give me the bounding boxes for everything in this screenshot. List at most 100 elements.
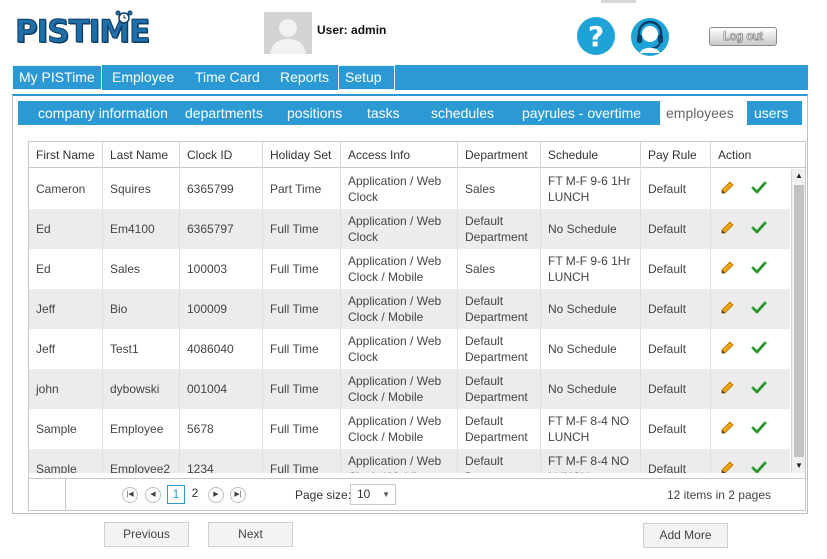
tab-employees[interactable]: employees xyxy=(660,101,747,125)
prev-page-icon[interactable]: ◀ xyxy=(145,487,161,503)
nav-employee[interactable]: Employee xyxy=(106,65,180,90)
edit-pencil-icon[interactable] xyxy=(719,220,735,236)
approve-check-icon[interactable] xyxy=(751,180,767,196)
cell-holiday-set: Full Time xyxy=(262,329,340,369)
cell-last-name: dybowski xyxy=(102,369,179,409)
cell-pay-rule: Default xyxy=(640,169,710,209)
cell-last-name: Employee xyxy=(102,409,179,449)
col-clock-id[interactable]: Clock ID xyxy=(179,142,262,168)
nav-reports[interactable]: Reports xyxy=(274,65,335,90)
chevron-down-icon: ▼ xyxy=(382,490,390,499)
edit-pencil-icon[interactable] xyxy=(719,380,735,396)
cell-access-info: Application / Web Clock xyxy=(340,169,457,209)
cell-schedule: FT M-F 8-4 NO LUNCH xyxy=(540,449,640,473)
page-number[interactable]: 2 xyxy=(188,485,202,504)
cell-first-name: Jeff xyxy=(36,342,56,356)
approve-check-icon[interactable] xyxy=(751,340,767,356)
tab-positions[interactable]: positions xyxy=(287,101,342,125)
col-pay-rule[interactable]: Pay Rule xyxy=(640,142,710,168)
col-access-info[interactable]: Access Info xyxy=(340,142,457,168)
col-last-name[interactable]: Last Name xyxy=(102,142,179,168)
avatar xyxy=(264,12,312,54)
logout-button[interactable]: Log out xyxy=(709,27,777,46)
cell-first-name: john xyxy=(36,382,59,396)
cell-access-info: Application / Web Clock / Mobile xyxy=(340,369,457,409)
col-schedule[interactable]: Schedule xyxy=(540,142,640,168)
scroll-down-icon[interactable]: ▼ xyxy=(795,461,803,470)
edit-pencil-icon[interactable] xyxy=(719,260,735,276)
cell-pay-rule: Default xyxy=(640,249,710,289)
approve-check-icon[interactable] xyxy=(751,260,767,276)
cell-department: Default Department xyxy=(457,449,540,473)
previous-button[interactable]: Previous xyxy=(104,522,189,547)
nav-setup[interactable]: Setup xyxy=(338,65,395,90)
cell-access-info: Application / Web Clock / Mobile xyxy=(340,249,457,289)
user-label: User: admin xyxy=(317,23,387,37)
cell-pay-rule: Default xyxy=(640,329,710,369)
cell-clock-id: 6365797 xyxy=(179,209,262,249)
cell-holiday-set: Full Time xyxy=(262,249,340,289)
cell-last-name: Employee2 xyxy=(102,449,179,473)
edit-pencil-icon[interactable] xyxy=(719,420,735,436)
table-row: Ed Sales 100003 Full Time Application / Web … xyxy=(29,249,790,289)
edit-pencil-icon[interactable] xyxy=(719,300,735,316)
page-number-current[interactable]: 1 xyxy=(167,485,185,504)
next-page-icon[interactable]: ▶ xyxy=(208,487,224,503)
scroll-up-icon[interactable]: ▲ xyxy=(795,171,803,180)
approve-check-icon[interactable] xyxy=(751,300,767,316)
tab-schedules[interactable]: schedules xyxy=(431,101,494,125)
first-page-icon[interactable]: |◀ xyxy=(122,487,138,503)
next-button[interactable]: Next xyxy=(208,522,293,547)
pistime-logo: PISTIME xyxy=(14,10,205,51)
cell-clock-id: 5678 xyxy=(179,409,262,449)
tab-company-information[interactable]: company information xyxy=(38,101,168,125)
cell-first-name: Ed xyxy=(36,262,51,276)
pager: |◀ ◀ 1 2 ▶ ▶| Page size: 10 ▼ 12 items i… xyxy=(29,478,805,510)
tab-departments[interactable]: departments xyxy=(185,101,263,125)
nav-my-pistime[interactable]: My PISTime xyxy=(12,65,102,90)
cell-clock-id: 100009 xyxy=(179,289,262,329)
cell-clock-id: 6365799 xyxy=(179,169,262,209)
table-row: Ed Em4100 6365797 Full Time Application / We… xyxy=(29,209,790,249)
cell-first-name: Ed xyxy=(36,222,51,236)
last-page-icon[interactable]: ▶| xyxy=(230,487,246,503)
setup-sub-nav: company information departments position… xyxy=(18,101,802,125)
approve-check-icon[interactable] xyxy=(751,380,767,396)
cell-department: Default Department xyxy=(457,209,540,249)
approve-check-icon[interactable] xyxy=(751,460,767,473)
cell-holiday-set: Full Time xyxy=(262,209,340,249)
edit-pencil-icon[interactable] xyxy=(719,340,735,356)
cell-last-name: Test1 xyxy=(102,329,179,369)
add-more-button[interactable]: Add More xyxy=(643,523,728,548)
edit-pencil-icon[interactable] xyxy=(719,180,735,196)
cell-schedule: No Schedule xyxy=(540,369,640,409)
cell-pay-rule: Default xyxy=(640,209,710,249)
col-first-name[interactable]: First Name xyxy=(29,142,102,168)
edit-pencil-icon[interactable] xyxy=(719,460,735,473)
main-nav: My PISTime Employee Time Card Reports Se… xyxy=(12,65,808,90)
tab-users[interactable]: users xyxy=(754,101,788,125)
support-headset-icon[interactable] xyxy=(630,17,670,57)
cell-first-name: Cameron xyxy=(36,182,86,196)
tab-payrules-overtime[interactable]: payrules - overtime xyxy=(522,101,641,125)
alarm-clock-icon xyxy=(115,10,133,24)
grid-body: Cameron Squires 6365799 Part Time Applicatio… xyxy=(29,169,790,473)
approve-check-icon[interactable] xyxy=(751,220,767,236)
cell-clock-id: 1234 xyxy=(179,449,262,473)
cell-pay-rule: Default xyxy=(640,409,710,449)
nav-time-card[interactable]: Time Card xyxy=(189,65,266,90)
table-row: Jeff Test1 4086040 Full Time Application / W… xyxy=(29,329,790,369)
help-icon[interactable]: ? xyxy=(576,16,616,56)
vertical-scrollbar[interactable]: ▲ ▼ xyxy=(791,169,805,473)
approve-check-icon[interactable] xyxy=(751,420,767,436)
cell-pay-rule: Default xyxy=(640,289,710,329)
cell-first-name: Jeff xyxy=(36,302,56,316)
tab-tasks[interactable]: tasks xyxy=(367,101,400,125)
cell-schedule: FT M-F 9-6 1Hr LUNCH xyxy=(540,169,640,209)
cell-holiday-set: Full Time xyxy=(262,369,340,409)
page-size-select[interactable]: 10 ▼ xyxy=(350,484,396,505)
col-department[interactable]: Department xyxy=(457,142,540,168)
scrollbar-thumb[interactable] xyxy=(794,185,804,457)
col-holiday-set[interactable]: Holiday Set xyxy=(262,142,340,168)
cell-pay-rule: Default xyxy=(640,369,710,409)
